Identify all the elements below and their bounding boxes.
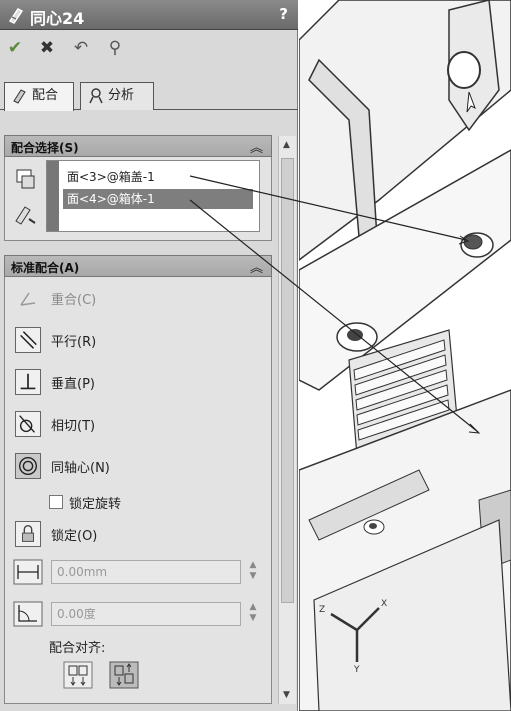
vertical-scrollbar[interactable]: ▲ ▼ <box>278 136 296 704</box>
svg-text:Z: Z <box>319 605 325 615</box>
title-bar: 同心24 ? <box>0 0 298 30</box>
svg-text:X: X <box>381 599 387 609</box>
angle-spinner[interactable]: ▲ ▼ <box>245 602 261 626</box>
parallel-label: 平行(R) <box>51 335 97 350</box>
tab-mates[interactable]: 配合 <box>4 82 74 111</box>
cancel-icon[interactable]: ✖ <box>36 37 58 59</box>
lock-rotation-label: 锁定旋转 <box>69 497 122 512</box>
mate-coincident[interactable]: 重合(C) <box>11 283 261 313</box>
svg-text:Y: Y <box>353 665 360 675</box>
lock-label: 锁定(O) <box>51 529 98 544</box>
distance-spinner[interactable]: ▲ ▼ <box>245 560 261 584</box>
angle-icon <box>13 601 43 627</box>
list-item[interactable]: 面<4>@箱体-1 <box>63 189 253 209</box>
panel-title: 同心24 <box>30 9 85 28</box>
coincident-label: 重合(C) <box>51 293 97 308</box>
collapse-icon[interactable]: ︽ <box>250 257 263 276</box>
perpendicular-label: 垂直(P) <box>51 377 95 392</box>
tab-mates-label: 配合 <box>32 88 59 103</box>
perpendicular-icon <box>15 369 41 395</box>
mate-icon <box>8 8 24 24</box>
analysis-icon <box>89 87 103 103</box>
pin-icon[interactable]: ⚲ <box>104 37 126 59</box>
distance-input[interactable]: 0.00mm <box>51 560 241 584</box>
scrollbar-thumb[interactable] <box>281 158 294 603</box>
list-item[interactable]: 面<3>@箱盖-1 <box>63 167 253 187</box>
parallel-icon <box>15 327 41 353</box>
tangent-label: 相切(T) <box>51 419 96 434</box>
anti-aligned-button[interactable] <box>109 661 139 689</box>
mate-selection-title: 配合选择(S) <box>11 141 79 155</box>
mate-select-icon <box>15 206 36 225</box>
scroll-down-arrow[interactable]: ▼ <box>283 690 290 700</box>
list-stripe <box>47 161 59 231</box>
collapse-icon[interactable]: ︽ <box>250 137 263 156</box>
mate-lock[interactable]: 锁定(O) <box>11 519 261 549</box>
model-viewport[interactable]: Z X Y <box>299 0 511 711</box>
scroll-up-arrow[interactable]: ▲ <box>283 140 290 150</box>
standard-mates-header[interactable]: 标准配合(A) ︽ <box>4 255 272 277</box>
tangent-icon <box>15 411 41 437</box>
ok-icon[interactable]: ✔ <box>4 37 26 59</box>
coincident-icon <box>20 292 36 306</box>
angle-input[interactable]: 0.00度 <box>51 602 241 626</box>
aligned-button[interactable] <box>63 661 93 689</box>
mate-selection-header[interactable]: 配合选择(S) ︽ <box>4 135 272 157</box>
mate-alignment-label: 配合对齐: <box>49 641 106 656</box>
undo-icon[interactable]: ↶ <box>70 37 92 59</box>
lock-icon <box>15 521 41 547</box>
face-select-icon <box>16 169 35 189</box>
help-icon[interactable]: ? <box>279 5 288 23</box>
mate-icon <box>13 88 26 104</box>
tab-analysis[interactable]: 分析 <box>80 82 154 110</box>
tab-strip: 配合 分析 <box>0 78 298 111</box>
concentric-label: 同轴心(N) <box>51 461 110 476</box>
concentric-icon <box>15 453 41 479</box>
lock-rotation-checkbox[interactable] <box>49 495 63 509</box>
mate-selection-list[interactable]: 面<3>@箱盖-1 面<4>@箱体-1 <box>46 160 260 232</box>
property-manager-panel: 同心24 ? ✔ ✖ ↶ ⚲ 配合 分析 配合选择(S) ︽ 面<3>@箱盖-1… <box>0 0 298 711</box>
mate-perpendicular[interactable]: 垂直(P) <box>11 367 261 397</box>
distance-icon <box>13 559 43 585</box>
standard-mates-title: 标准配合(A) <box>11 261 80 275</box>
tab-analysis-label: 分析 <box>108 88 135 103</box>
mate-tangent[interactable]: 相切(T) <box>11 409 261 439</box>
standard-mates-section: 重合(C) 平行(R) 垂直(P) 相切(T) 同轴心(N) 锁定旋转 锁定(O… <box>4 277 272 704</box>
mate-parallel[interactable]: 平行(R) <box>11 325 261 355</box>
mate-concentric[interactable]: 同轴心(N) <box>11 451 261 481</box>
